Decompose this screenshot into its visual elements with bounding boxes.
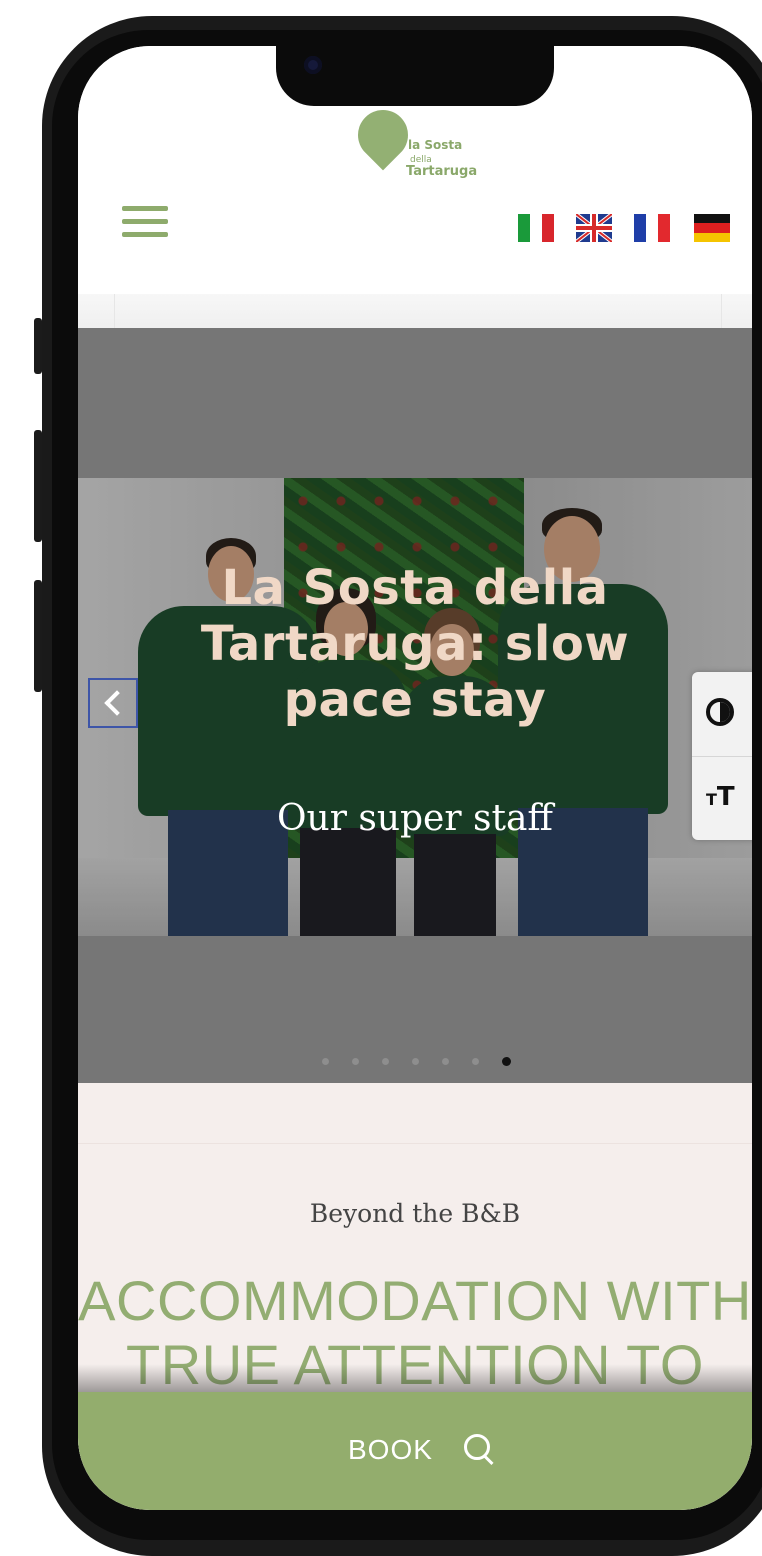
accessibility-toolbar: TT (692, 672, 752, 840)
text-size-icon: TT (706, 782, 735, 812)
search-icon (464, 1434, 496, 1468)
slider-dot[interactable] (352, 1058, 359, 1065)
mute-switch (34, 318, 42, 374)
section-eyebrow: Beyond the B&B (309, 1199, 521, 1228)
volume-down-button (34, 580, 42, 692)
contrast-icon (706, 698, 734, 726)
hero-title: La Sosta della Tartaruga: slow pace stay (200, 560, 630, 728)
front-camera (304, 56, 322, 74)
fr-flag-icon[interactable] (634, 214, 670, 242)
phone-screen: la Sosta della Tartaruga La Sosta della … (78, 46, 752, 1510)
turtle-pin-icon (347, 99, 419, 171)
book-button[interactable]: BOOK (78, 1392, 752, 1510)
slider-dot[interactable] (382, 1058, 389, 1065)
slider-prev-button[interactable] (88, 678, 138, 728)
slider-dot[interactable] (322, 1058, 329, 1065)
chevron-left-icon (104, 690, 130, 716)
text-size-button[interactable]: TT (692, 756, 752, 840)
gb-flag-icon[interactable] (576, 214, 612, 242)
header-divider (78, 294, 752, 330)
logo-text-la-sosta: la Sosta (408, 138, 463, 152)
phone-notch (276, 46, 554, 106)
hero-slider: La Sosta della Tartaruga: slow pace stay… (78, 328, 752, 1083)
hamburger-menu-icon[interactable] (122, 206, 168, 240)
site-logo[interactable]: la Sosta della Tartaruga (347, 99, 478, 190)
slider-dot[interactable] (472, 1058, 479, 1065)
slider-dot[interactable] (442, 1058, 449, 1065)
volume-up-button (34, 430, 42, 542)
book-label: BOOK (348, 1434, 433, 1465)
de-flag-icon[interactable] (694, 214, 730, 242)
it-flag-icon[interactable] (518, 214, 554, 242)
logo-text-tartaruga: Tartaruga (406, 164, 478, 179)
slider-dot-active[interactable] (502, 1057, 511, 1066)
hero-subtitle: Our super staff (277, 798, 553, 839)
slider-dot[interactable] (412, 1058, 419, 1065)
contrast-toggle-button[interactable] (692, 672, 752, 756)
